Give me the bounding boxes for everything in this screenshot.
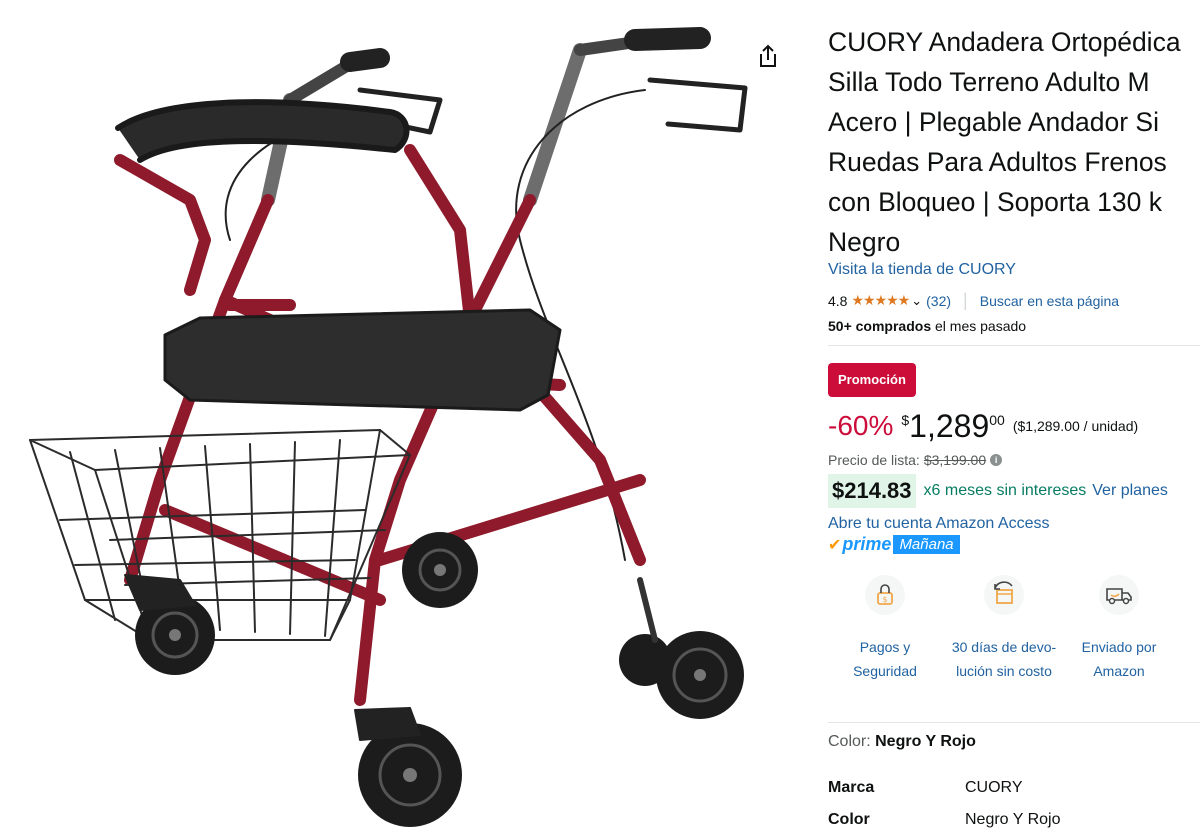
title-line: Acero | Plegable Andador Si	[828, 107, 1159, 137]
attribute-value: Negro Y Rojo	[965, 811, 1061, 828]
product-image[interactable]	[0, 0, 810, 836]
rating-value: 4.8	[828, 292, 848, 309]
return-box-icon	[984, 575, 1024, 615]
discount-percent: -60%	[828, 410, 894, 441]
table-row: Color Negro Y Rojo	[828, 804, 1060, 836]
title-line: Negro	[828, 227, 901, 257]
price-row: -60% $ 1,289 00 ($1,289.00 / unidad)	[828, 404, 1138, 448]
feature-label: Enviado por	[1081, 639, 1157, 655]
price-currency: $	[901, 412, 910, 428]
unit-price: ($1,289.00 / unidad)	[1012, 418, 1139, 434]
divider	[828, 345, 1200, 346]
color-value: Negro Y Rojo	[875, 733, 976, 750]
installment-row: $214.83 x6 meses sin intereses Ver plane…	[828, 474, 1168, 508]
delivery-day-tag: Mañana	[893, 535, 960, 554]
product-title: CUORY Andadera Ortopédica Silla Todo Ter…	[828, 22, 1200, 262]
svg-text:$: $	[882, 595, 887, 604]
color-label: Color:	[828, 733, 876, 750]
bought-count-rest: el mes pasado	[931, 318, 1027, 334]
title-line: CUORY Andadera Ortopédica	[828, 27, 1181, 57]
prime-logo: ✔ prime	[828, 534, 891, 555]
divider: |	[963, 290, 968, 310]
table-row: Marca CUORY	[828, 772, 1060, 804]
deal-badge: Promoción	[828, 363, 916, 397]
product-image-area[interactable]	[0, 0, 810, 836]
rating-count-link[interactable]: (32)	[926, 293, 951, 309]
list-price-value: $3,199.00	[923, 452, 987, 468]
title-line: Silla Todo Terreno Adulto M	[828, 67, 1150, 97]
share-icon	[760, 44, 776, 67]
secure-payment-icon: $	[865, 575, 905, 615]
installment-amount: $214.83	[828, 474, 916, 508]
feature-label: Seguridad	[853, 663, 917, 679]
product-attributes-table: Marca CUORY Color Negro Y Rojo	[828, 772, 1060, 836]
feature-shipped-by-amazon[interactable]: Enviado por Amazon	[1064, 575, 1174, 683]
feature-secure-payment[interactable]: $ Pagos y Seguridad	[830, 575, 940, 683]
store-link[interactable]: Visita la tienda de CUORY	[828, 261, 1016, 279]
rating-row: 4.8 ★★★★★ ⌄ (32) | Buscar en esta página	[828, 290, 1119, 311]
prime-check-icon: ✔	[828, 536, 842, 554]
feature-label: Amazon	[1093, 663, 1145, 679]
title-line: con Bloqueo | Soporta 130 k	[828, 187, 1162, 217]
feature-free-return[interactable]: 30 días de devo-lución sin costo	[949, 575, 1059, 683]
attribute-key: Color	[828, 811, 870, 828]
price-whole: 1,289	[909, 408, 990, 444]
prime-text: prime	[842, 534, 892, 554]
bought-count: 50+ comprados el mes pasado	[828, 318, 1026, 334]
see-plans-link[interactable]: Ver planes	[1092, 482, 1168, 500]
amazon-access-link[interactable]: Abre tu cuenta Amazon Access	[828, 515, 1049, 533]
feature-label: lución sin costo	[956, 663, 1052, 679]
installment-text: x6 meses sin intereses	[923, 482, 1087, 499]
divider	[828, 722, 1200, 723]
star-rating-icon[interactable]: ★★★★★	[851, 292, 910, 309]
prime-delivery: ✔ prime Mañana	[828, 534, 960, 555]
price-fraction: 00	[989, 412, 1005, 428]
list-price-label: Precio de lista:	[828, 452, 920, 468]
product-info-panel: CUORY Andadera Ortopédica Silla Todo Ter…	[828, 22, 1200, 836]
title-line: Ruedas Para Adultos Frenos	[828, 147, 1167, 177]
info-icon[interactable]: i	[990, 454, 1003, 466]
feature-icons: $ Pagos y Seguridad 30 días de devo-lució…	[828, 575, 1200, 695]
chevron-down-icon[interactable]: ⌄	[911, 293, 922, 309]
list-price-row: Precio de lista: $3,199.00 i	[828, 452, 1003, 468]
color-selection: Color: Negro Y Rojo	[828, 733, 976, 751]
feature-label: Pagos y	[859, 639, 911, 655]
search-page-link[interactable]: Buscar en esta página	[980, 293, 1119, 309]
share-button[interactable]	[752, 40, 784, 72]
attribute-value: CUORY	[965, 779, 1023, 796]
attribute-key: Marca	[828, 779, 875, 796]
delivery-truck-icon	[1099, 575, 1139, 615]
feature-label: 30 días de devo-	[951, 639, 1057, 655]
bought-count-bold: 50+ comprados	[828, 318, 932, 334]
